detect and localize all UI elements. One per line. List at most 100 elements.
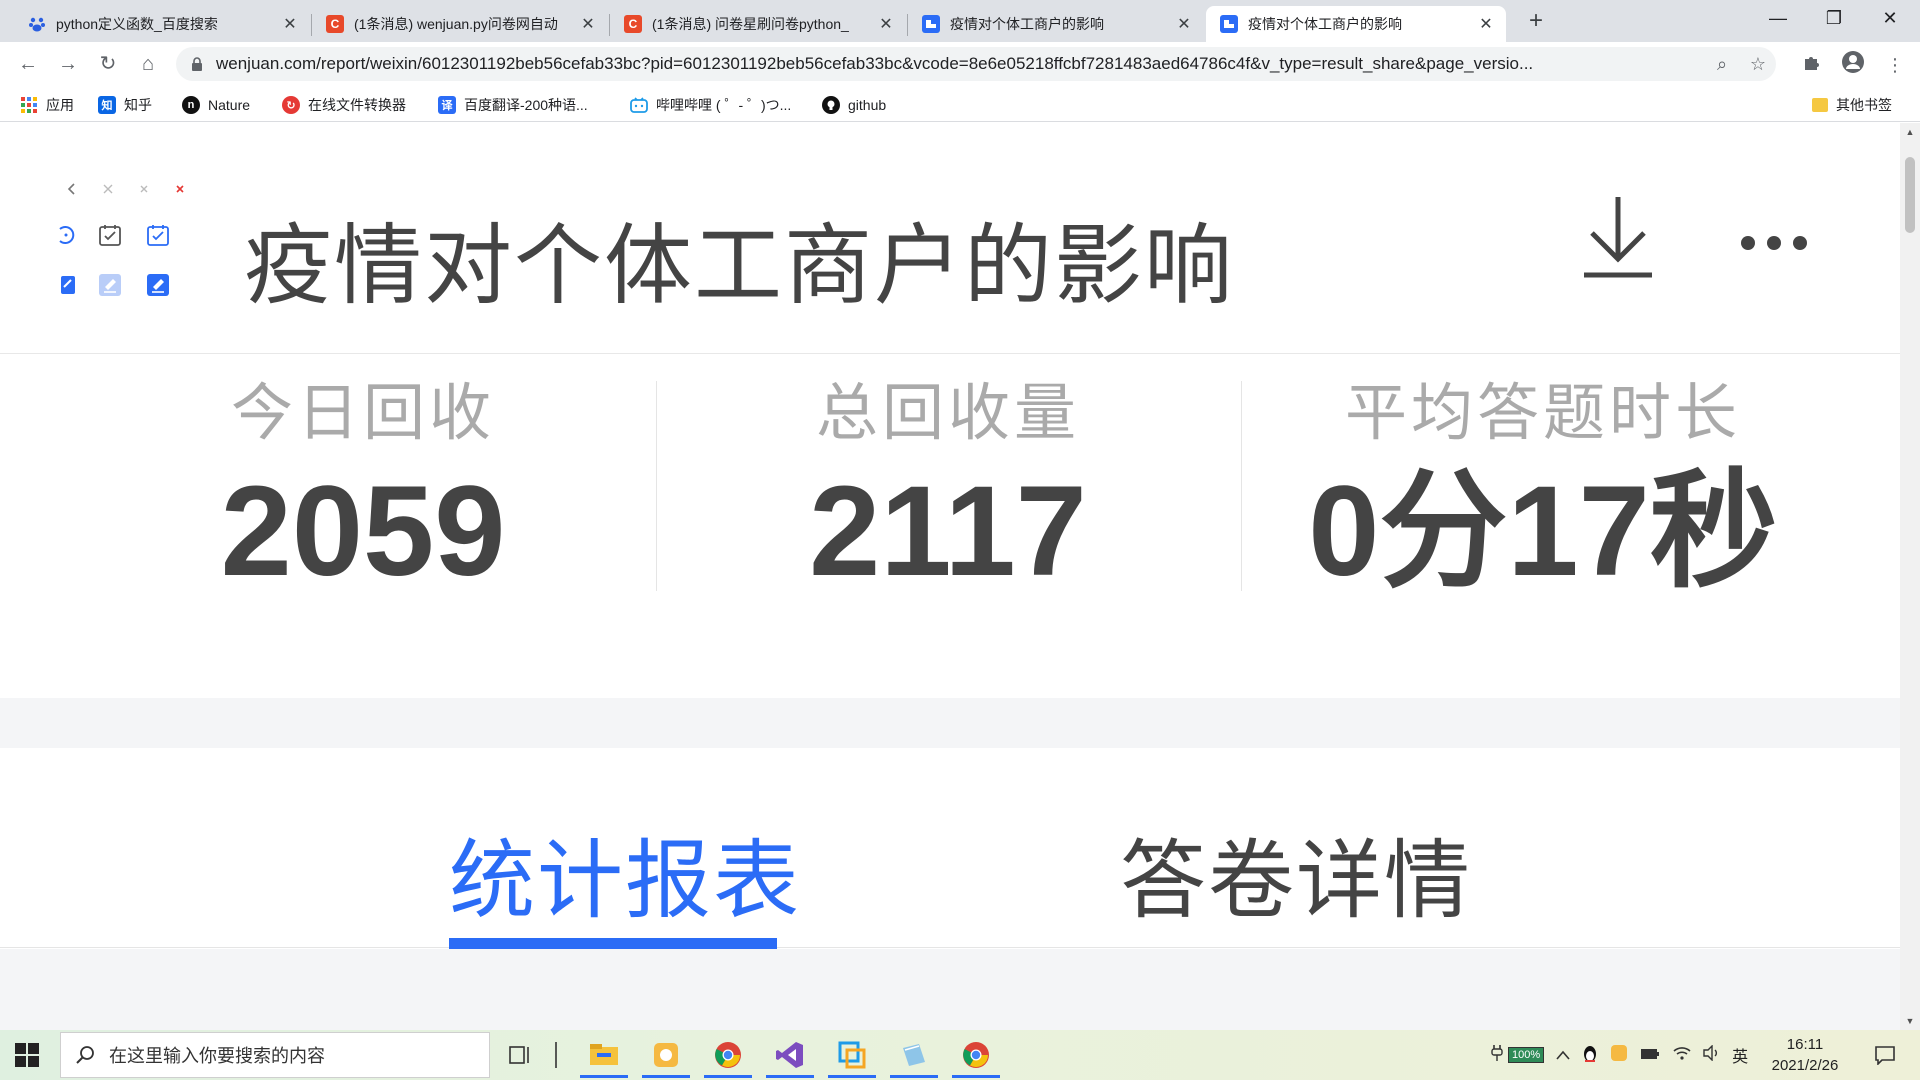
edit-square-blue-icon[interactable] — [144, 271, 172, 299]
app-window-icon[interactable] — [824, 1032, 880, 1078]
reload-icon[interactable]: ↻ — [92, 48, 124, 80]
qq-penguin-icon[interactable] — [1582, 1043, 1598, 1067]
bookmark-nature[interactable]: n Nature — [182, 94, 250, 116]
clock-time: 16:11 — [1786, 1036, 1824, 1053]
bookmark-star-icon[interactable]: ☆ — [1740, 54, 1776, 75]
nature-icon: n — [182, 96, 200, 114]
app-icon[interactable] — [638, 1032, 694, 1078]
close-icon[interactable] — [166, 175, 194, 203]
bookmark-label: 应用 — [46, 97, 74, 113]
bookmark-label: github — [848, 97, 887, 113]
browser-tab-baidu[interactable]: python定义函数_百度搜索 ✕ — [14, 6, 310, 42]
restore-button[interactable]: ❐ — [1806, 0, 1862, 36]
bookmark-apps[interactable]: 应用 — [20, 94, 74, 116]
close-icon[interactable]: ✕ — [1174, 14, 1194, 34]
windows-start-icon[interactable] — [14, 1042, 40, 1068]
zoom-icon[interactable]: ⌕ — [1704, 54, 1740, 75]
app-tray-icon[interactable] — [1610, 1044, 1628, 1066]
chevron-left-icon[interactable] — [58, 175, 86, 203]
forward-arrow-icon[interactable]: → — [52, 48, 84, 80]
home-icon[interactable]: ⌂ — [132, 48, 164, 80]
bookmark-zhihu[interactable]: 知 知乎 — [98, 94, 152, 116]
close-icon[interactable] — [130, 175, 158, 203]
wenjuan-icon — [1220, 15, 1238, 33]
window-close-button[interactable]: ✕ — [1862, 0, 1918, 36]
more-options-icon[interactable] — [1736, 228, 1816, 258]
calendar-check-icon[interactable] — [96, 221, 124, 249]
lock-icon[interactable] — [190, 57, 204, 71]
close-icon[interactable]: ✕ — [876, 14, 896, 34]
windows-taskbar: 在这里输入你要搜索的内容 100% 英 16:11 2021/2/26 — [0, 1030, 1920, 1080]
divider — [656, 381, 657, 591]
page-content: 疫情对个体工商户的影响 今日回收 2059 总回收量 2117 平均答题时长 0… — [0, 123, 1900, 1030]
baidu-translate-icon: 译 — [438, 96, 456, 114]
browser-tab-csdn-1[interactable]: C (1条消息) wenjuan.py问卷网自动 ✕ — [312, 6, 608, 42]
browser-menu-icon[interactable]: ⋮ — [1880, 50, 1910, 80]
csdn-c-icon: C — [624, 15, 642, 33]
file-explorer-icon[interactable] — [576, 1032, 632, 1078]
visual-studio-icon[interactable] — [762, 1032, 818, 1078]
bookmark-label: 其他书签 — [1836, 97, 1892, 113]
chevron-up-icon[interactable] — [1556, 1047, 1570, 1064]
scroll-up-icon[interactable]: ▲ — [1900, 123, 1920, 141]
taskbar-search-input[interactable]: 在这里输入你要搜索的内容 — [60, 1032, 490, 1078]
scroll-down-icon[interactable]: ▼ — [1900, 1012, 1920, 1030]
profile-avatar-icon[interactable] — [1838, 50, 1868, 80]
chrome-icon[interactable] — [700, 1032, 756, 1078]
wifi-icon[interactable] — [1672, 1045, 1692, 1065]
power-plug-icon[interactable] — [1490, 1044, 1504, 1066]
url-text[interactable]: wenjuan.com/report/weixin/6012301192beb5… — [216, 54, 1704, 74]
page-scrollbar[interactable]: ▲ ▼ — [1900, 123, 1920, 1030]
floating-tool-panel — [52, 175, 192, 305]
stat-today-collected: 今日回收 2059 — [73, 373, 653, 607]
calendar-check-blue-icon[interactable] — [144, 221, 172, 249]
csdn-c-icon: C — [326, 15, 344, 33]
converter-icon: ↻ — [282, 96, 300, 114]
edit-square-icon[interactable] — [52, 271, 80, 299]
stat-value: 0分17秒 — [1308, 460, 1778, 603]
extensions-puzzle-icon[interactable] — [1796, 50, 1826, 80]
bookmark-baidu-translate[interactable]: 译 百度翻译-200种语... — [438, 94, 588, 116]
bookmark-bilibili[interactable]: 哔哩哔哩 ( ゜- ゜)つ... — [630, 94, 791, 116]
scrollbar-thumb[interactable] — [1905, 157, 1915, 233]
divider — [0, 353, 1900, 354]
stat-value: 2117 — [809, 460, 1087, 603]
tab-statistics-report[interactable]: 统计报表 — [449, 810, 801, 935]
chrome-icon[interactable] — [948, 1032, 1004, 1078]
bookmark-github[interactable]: github — [822, 94, 886, 116]
notepad-icon[interactable] — [886, 1032, 942, 1078]
close-icon[interactable]: ✕ — [280, 14, 300, 34]
new-tab-button[interactable]: + — [1520, 6, 1552, 36]
close-icon[interactable]: ✕ — [578, 14, 598, 34]
ime-indicator[interactable]: 英 — [1732, 1043, 1748, 1067]
stat-total-collected: 总回收量 2117 — [658, 373, 1238, 607]
page-title: 疫情对个体工商户的影响 — [244, 214, 1235, 317]
report-tabs: 统计报表 答卷详情 — [0, 748, 1900, 948]
battery-icon[interactable] — [1640, 1047, 1660, 1064]
system-clock[interactable]: 16:11 2021/2/26 — [1760, 1034, 1850, 1076]
bookmark-label: 哔哩哔哩 ( ゜- ゜)つ... — [656, 97, 792, 113]
volume-icon[interactable] — [1702, 1044, 1720, 1065]
close-icon[interactable] — [94, 175, 122, 203]
tab-title: python定义函数_百度搜索 — [56, 16, 218, 32]
address-bar[interactable]: wenjuan.com/report/weixin/6012301192beb5… — [176, 47, 1776, 81]
tab-response-details[interactable]: 答卷详情 — [1120, 810, 1472, 935]
close-icon[interactable]: ✕ — [1476, 14, 1496, 34]
task-view-icon[interactable] — [492, 1032, 548, 1078]
browser-toolbar: ← → ↻ ⌂ wenjuan.com/report/weixin/601230… — [0, 42, 1920, 86]
bookmark-other[interactable]: 其他书签 — [1812, 94, 1892, 116]
download-icon[interactable] — [1578, 193, 1658, 283]
stat-label: 今日回收 — [230, 376, 495, 449]
battery-indicator[interactable]: 100% — [1508, 1047, 1545, 1063]
browser-tab-csdn-2[interactable]: C (1条消息) 问卷星刷问卷python_ ✕ — [610, 6, 906, 42]
notification-icon[interactable] — [1860, 1032, 1910, 1078]
zhihu-icon: 知 — [98, 96, 116, 114]
refresh-partial-icon[interactable] — [52, 221, 80, 249]
back-arrow-icon[interactable]: ← — [12, 48, 44, 80]
browser-tab-wenjuan-1[interactable]: 疫情对个体工商户的影响 ✕ — [908, 6, 1204, 42]
stat-label: 总回收量 — [815, 376, 1080, 449]
browser-tab-wenjuan-active[interactable]: 疫情对个体工商户的影响 ✕ — [1206, 6, 1506, 42]
bookmark-converter[interactable]: ↻ 在线文件转换器 — [282, 94, 406, 116]
minimize-button[interactable]: — — [1750, 0, 1806, 36]
edit-square-light-icon[interactable] — [96, 271, 124, 299]
